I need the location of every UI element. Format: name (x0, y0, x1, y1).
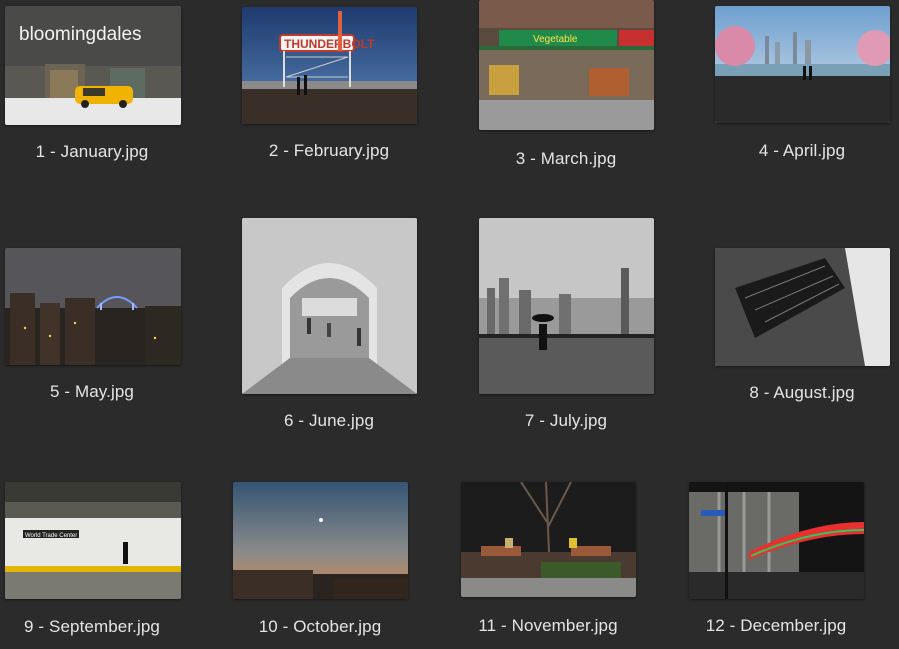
file-name[interactable]: 11 - November.jpg (478, 616, 617, 636)
thumbnail-april[interactable] (715, 6, 890, 123)
thumbnail-december[interactable] (689, 482, 864, 599)
thumbnail-november[interactable] (461, 482, 636, 597)
file-name[interactable]: 4 - April.jpg (759, 141, 845, 161)
thumbnail-july[interactable] (479, 218, 654, 394)
file-name[interactable]: 10 - October.jpg (259, 617, 382, 637)
file-name[interactable]: 1 - January.jpg (36, 142, 149, 162)
file-name[interactable]: 12 - December.jpg (706, 616, 847, 636)
thumbnail-february[interactable]: THUNDERBOLT (242, 7, 417, 124)
thumbnail-march[interactable]: Vegetable (479, 0, 654, 130)
file-name[interactable]: 2 - February.jpg (269, 141, 389, 161)
file-name[interactable]: 6 - June.jpg (284, 411, 374, 431)
thumbnail-august[interactable] (715, 248, 890, 366)
file-name[interactable]: 9 - September.jpg (24, 617, 160, 637)
file-name[interactable]: 7 - July.jpg (525, 411, 607, 431)
station-sign: World Trade Center (25, 533, 77, 539)
ride-sign: THUNDERBOLT (284, 37, 375, 51)
thumbnail-june[interactable] (242, 218, 417, 394)
file-name[interactable]: 3 - March.jpg (516, 149, 617, 169)
thumbnail-october[interactable] (233, 482, 408, 599)
store-sign: bloomingdales (19, 24, 142, 45)
market-sign: Vegetable (533, 34, 578, 45)
file-name[interactable]: 5 - May.jpg (50, 382, 134, 402)
file-name[interactable]: 8 - August.jpg (749, 383, 854, 403)
thumbnail-january[interactable]: bloomingdales (5, 6, 181, 125)
thumbnail-september[interactable]: World Trade Center (5, 482, 181, 599)
thumbnail-may[interactable] (5, 248, 181, 365)
